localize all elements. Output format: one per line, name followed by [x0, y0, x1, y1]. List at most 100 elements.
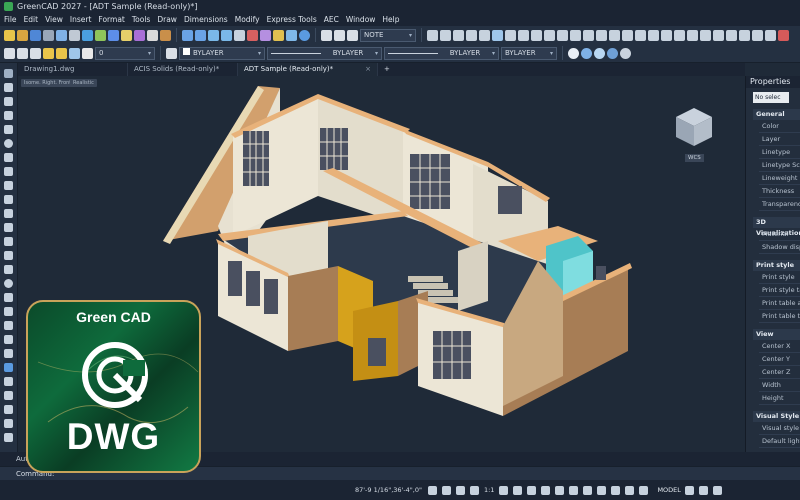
prop-row[interactable]: Print table attached	[759, 297, 800, 310]
menu-help[interactable]: Help	[382, 13, 399, 26]
help-icon[interactable]	[299, 29, 310, 41]
prop-row[interactable]: Thickness	[759, 185, 800, 198]
prop-row[interactable]: Center Z	[759, 366, 800, 379]
osnap-icon[interactable]	[583, 485, 593, 495]
lock-ui-icon[interactable]	[527, 485, 537, 495]
text-style-dropdown[interactable]: NOTE ▾	[360, 28, 416, 42]
rectangle-tool-icon[interactable]	[4, 167, 13, 176]
rectangle-icon[interactable]	[492, 29, 503, 41]
mirror-icon[interactable]	[583, 29, 594, 41]
prop-row[interactable]: Default lighting	[759, 435, 800, 448]
prop-row[interactable]: Center Y	[759, 353, 800, 366]
polar-icon[interactable]	[469, 485, 479, 495]
menu-view[interactable]: View	[45, 13, 63, 26]
menu-icon[interactable]	[712, 485, 722, 495]
fillet-icon[interactable]	[648, 29, 659, 41]
fly-tool-icon[interactable]	[4, 419, 13, 428]
polyline-icon[interactable]	[440, 29, 451, 41]
hidden-icon[interactable]	[581, 47, 592, 59]
ellipse-tool-icon[interactable]	[4, 209, 13, 218]
prop-row[interactable]: Print style	[759, 271, 800, 284]
view-label-button[interactable]: Isome. Right. Front	[21, 79, 75, 87]
prop-row[interactable]: Lineweight	[759, 172, 800, 185]
print-icon[interactable]	[43, 29, 54, 41]
layer-state-icon[interactable]	[30, 47, 41, 59]
join-icon[interactable]	[713, 29, 724, 41]
spline-icon[interactable]	[466, 29, 477, 41]
layer-color-icon[interactable]	[82, 47, 93, 59]
undo-icon[interactable]	[182, 29, 193, 41]
tab-adt-sample[interactable]: ADT Sample (Read-only)* ×	[238, 63, 378, 76]
open-icon[interactable]	[17, 29, 28, 41]
prop-row[interactable]: Linetype	[759, 146, 800, 159]
dyn-input-icon[interactable]	[611, 485, 621, 495]
color-dropdown[interactable]: BYLAYER ▾	[179, 46, 265, 60]
measure-icon[interactable]	[739, 29, 750, 41]
lightbulb-icon[interactable]	[43, 47, 54, 59]
pedit-icon[interactable]	[765, 29, 776, 41]
xline-tool-icon[interactable]	[4, 111, 13, 120]
shaded-icon[interactable]	[620, 47, 631, 59]
divide-icon[interactable]	[726, 29, 737, 41]
menu-file[interactable]: File	[4, 13, 17, 26]
menu-window[interactable]: Window	[346, 13, 376, 26]
spline-tool-icon[interactable]	[4, 195, 13, 204]
prop-row[interactable]: Print table type	[759, 310, 800, 323]
menu-edit[interactable]: Edit	[24, 13, 39, 26]
workspace-icon[interactable]	[513, 485, 523, 495]
visual-style-button[interactable]: Realistic	[70, 79, 97, 87]
model-space-button[interactable]: MODEL	[657, 480, 680, 500]
menu-draw[interactable]: Draw	[157, 13, 177, 26]
layer-manager-icon[interactable]	[4, 47, 15, 59]
prop-row[interactable]: Color	[759, 120, 800, 133]
circle-tool-icon[interactable]	[4, 139, 13, 148]
menu-express-tools[interactable]: Express Tools	[267, 13, 317, 26]
polygon-tool-icon[interactable]	[4, 181, 13, 190]
zoom-icon[interactable]	[221, 29, 232, 41]
section-view[interactable]: View	[753, 329, 800, 340]
menu-insert[interactable]: Insert	[70, 13, 92, 26]
block-icon[interactable]	[134, 29, 145, 41]
erase-icon[interactable]	[247, 29, 258, 41]
annotation-visibility-icon[interactable]	[499, 485, 509, 495]
menu-modify[interactable]: Modify	[235, 13, 260, 26]
redo-icon[interactable]	[195, 29, 206, 41]
pan-icon[interactable]	[208, 29, 219, 41]
circle-icon[interactable]	[505, 29, 516, 41]
walk-tool-icon[interactable]	[4, 405, 13, 414]
cut-icon[interactable]	[147, 29, 158, 41]
dim-style-icon[interactable]	[334, 29, 345, 41]
conceptual-icon[interactable]	[607, 47, 618, 59]
align-icon[interactable]	[752, 29, 763, 41]
copy-icon[interactable]	[82, 29, 93, 41]
2d-wireframe-icon[interactable]	[568, 47, 579, 59]
point-tool-icon[interactable]	[4, 237, 13, 246]
orbit-tool-icon[interactable]	[4, 391, 13, 400]
array-icon[interactable]	[635, 29, 646, 41]
tool-palette-icon[interactable]	[273, 29, 284, 41]
realistic-icon[interactable]	[594, 47, 605, 59]
rotate-icon[interactable]	[557, 29, 568, 41]
clean-screen-icon[interactable]	[569, 485, 579, 495]
otrack-icon[interactable]	[597, 485, 607, 495]
prop-row[interactable]: Width	[759, 379, 800, 392]
move-icon[interactable]	[544, 29, 555, 41]
selection-dropdown[interactable]: No selec	[753, 92, 789, 103]
new-tab-button[interactable]: +	[378, 63, 396, 76]
region-tool-icon[interactable]	[4, 293, 13, 302]
prop-row[interactable]: Linetype Scale	[759, 159, 800, 172]
table-style-icon[interactable]	[347, 29, 358, 41]
lineweight-dropdown[interactable]: BYLAYER ▾	[384, 46, 499, 60]
section-visual-style[interactable]: Visual Style	[753, 411, 800, 422]
close-icon[interactable]	[778, 29, 789, 41]
text-style-icon[interactable]	[321, 29, 332, 41]
section-3d-visualization[interactable]: 3D Visualization	[753, 217, 800, 237]
menu-dimensions[interactable]: Dimensions	[184, 13, 228, 26]
insert-tool-icon[interactable]	[4, 349, 13, 358]
calculator-icon[interactable]	[286, 29, 297, 41]
linetype-dropdown[interactable]: BYLAYER ▾	[267, 46, 382, 60]
prop-row[interactable]: Visual style	[759, 422, 800, 435]
gradient-tool-icon[interactable]	[4, 265, 13, 274]
close-tab-icon[interactable]: ×	[365, 63, 371, 76]
plotstyle-dropdown[interactable]: BYLAYER ▾	[501, 46, 557, 60]
